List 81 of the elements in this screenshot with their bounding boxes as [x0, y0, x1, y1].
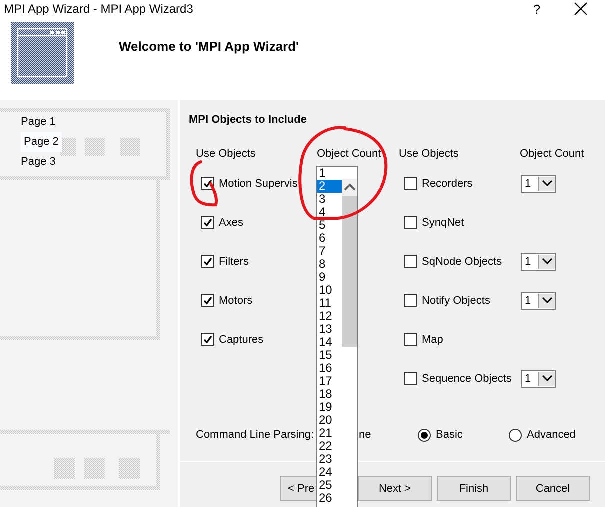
- list-option[interactable]: 25: [317, 479, 342, 492]
- column-header: Object Count: [520, 148, 586, 160]
- caret-down-icon: [542, 180, 552, 187]
- column-header: Use Objects: [399, 148, 460, 160]
- caret-down-icon: [542, 258, 552, 265]
- radio-label[interactable]: Basic: [436, 429, 463, 441]
- count-dropdown[interactable]: 1: [521, 174, 556, 192]
- checkbox[interactable]: [404, 333, 417, 346]
- cancel-button[interactable]: Cancel: [516, 476, 590, 501]
- section-title: MPI Objects to Include: [189, 114, 308, 128]
- window-title: MPI App Wizard - MPI App Wizard3: [4, 2, 194, 16]
- checkbox[interactable]: [201, 255, 214, 268]
- checkbox-label[interactable]: Sequence Objects: [422, 372, 512, 384]
- scrollbar-thumb[interactable]: [342, 196, 357, 347]
- checkbox-label[interactable]: Map: [422, 334, 444, 346]
- list-option[interactable]: 10: [317, 284, 342, 297]
- checkbox[interactable]: [404, 177, 417, 190]
- radio-button[interactable]: [418, 428, 431, 442]
- checkbox[interactable]: [404, 372, 417, 385]
- list-option[interactable]: 20: [317, 414, 342, 427]
- finish-button[interactable]: Finish: [437, 476, 511, 501]
- checkbox-label[interactable]: Axes: [219, 216, 244, 228]
- list-option[interactable]: 2: [317, 180, 342, 193]
- list-option[interactable]: 12: [317, 310, 342, 323]
- checkbox[interactable]: [201, 333, 214, 346]
- list-option[interactable]: 9: [317, 271, 342, 284]
- count-dropdown[interactable]: 1: [521, 252, 556, 270]
- list-option[interactable]: 26: [317, 492, 342, 505]
- checkbox[interactable]: [201, 216, 214, 229]
- list-option[interactable]: 8: [317, 258, 342, 271]
- list-option[interactable]: 22: [317, 440, 342, 453]
- page-item[interactable]: Page 3: [18, 152, 59, 172]
- list-option[interactable]: 11: [317, 297, 342, 310]
- checkbox[interactable]: [404, 255, 417, 268]
- list-option[interactable]: 13: [317, 323, 342, 336]
- list-option[interactable]: 24: [317, 466, 342, 479]
- list-option[interactable]: 7: [317, 245, 342, 258]
- caret-up-icon: [344, 183, 356, 192]
- list-option[interactable]: 17: [317, 375, 342, 388]
- checkbox-label[interactable]: Filters: [219, 256, 249, 268]
- wizard-window-icon: [11, 22, 74, 84]
- column-header: Use Objects: [196, 148, 257, 160]
- list-option[interactable]: 5: [317, 219, 342, 232]
- radio-label[interactable]: ne: [359, 429, 372, 441]
- list-option[interactable]: 19: [317, 401, 342, 414]
- back-button[interactable]: < Pre: [280, 476, 316, 501]
- field-label: Command Line Parsing:: [196, 429, 314, 441]
- checkbox[interactable]: [404, 216, 417, 229]
- count-dropdown[interactable]: 1: [521, 370, 556, 388]
- caret-down-icon: [542, 375, 552, 382]
- list-option[interactable]: 23: [317, 453, 342, 466]
- checkbox-label[interactable]: Captures: [219, 334, 264, 346]
- checkbox-label[interactable]: Motors: [219, 294, 253, 306]
- count-dropdown[interactable]: 1: [521, 292, 556, 310]
- scroll-up-button[interactable]: [342, 179, 357, 196]
- page-item[interactable]: Page 2: [21, 132, 62, 152]
- caret-down-icon: [542, 297, 552, 304]
- list-option[interactable]: 18: [317, 388, 342, 401]
- list-option[interactable]: 6: [317, 232, 342, 245]
- checkbox[interactable]: [404, 294, 417, 307]
- checkbox[interactable]: [201, 294, 214, 307]
- radio-button[interactable]: [509, 428, 522, 442]
- list-option[interactable]: 16: [317, 362, 342, 375]
- column-header: Object Count: [317, 148, 382, 160]
- wizard-heading: Welcome to 'MPI App Wizard': [119, 39, 300, 54]
- checkbox-label[interactable]: SqNode Objects: [422, 256, 502, 268]
- radio-label[interactable]: Advanced: [527, 429, 576, 441]
- checkbox-label[interactable]: Recorders: [422, 178, 473, 190]
- list-option[interactable]: 15: [317, 349, 342, 362]
- checkbox-label[interactable]: SynqNet: [422, 216, 464, 228]
- list-option[interactable]: 3: [317, 193, 342, 206]
- list-option[interactable]: 21: [317, 427, 342, 440]
- list-option[interactable]: 14: [317, 336, 342, 349]
- close-icon[interactable]: [574, 2, 588, 16]
- list-option[interactable]: 4: [317, 206, 342, 219]
- page-item[interactable]: Page 1: [18, 112, 59, 132]
- checkbox-label[interactable]: Notify Objects: [422, 294, 490, 306]
- checkbox-label[interactable]: Motion Supervis: [219, 178, 298, 190]
- list-option[interactable]: 1: [317, 167, 342, 180]
- next-button[interactable]: Next >: [358, 476, 432, 501]
- help-button[interactable]: ?: [517, 2, 557, 16]
